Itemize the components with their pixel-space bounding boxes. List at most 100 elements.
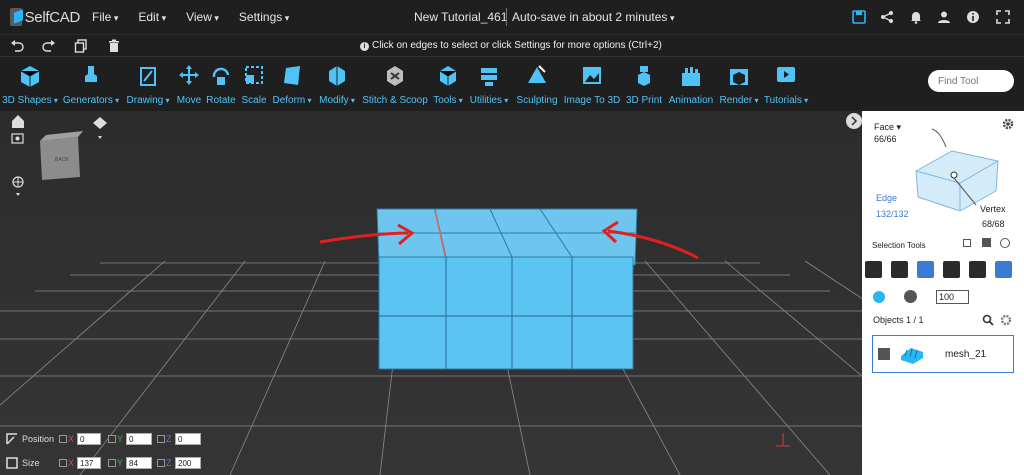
size-y-lock[interactable] <box>108 459 116 467</box>
select-plane-icon[interactable] <box>995 261 1012 278</box>
tool-move[interactable]: Move <box>176 63 202 111</box>
rotate-icon <box>212 67 230 85</box>
tool-stitch-scoop[interactable]: Stitch & Scoop <box>361 63 429 111</box>
tool-rotate[interactable]: Rotate <box>206 63 236 111</box>
selfcad-logo[interactable]: SelfCAD <box>10 8 80 26</box>
tool-render[interactable]: Render <box>719 63 759 111</box>
save-icon[interactable] <box>852 10 866 24</box>
share-icon[interactable] <box>880 10 894 24</box>
fullscreen-icon[interactable] <box>996 10 1010 24</box>
brush-texture-icon[interactable] <box>904 290 917 303</box>
tool-drawing[interactable]: Drawing <box>124 63 172 111</box>
find-tool-input[interactable] <box>928 70 1014 92</box>
utilities-icon <box>481 68 497 86</box>
3d-viewport[interactable]: BACK Position X 0 Y 0 Z 0 Size X 137 Y 8… <box>0 111 862 475</box>
tool-tutorials[interactable]: Tutorials <box>763 63 809 111</box>
hint-bar: i Click on edges to select or click Setti… <box>360 40 662 51</box>
tool-label: Modify <box>317 95 357 106</box>
menu-edit[interactable]: Edit <box>138 10 166 24</box>
tool-label: Stitch & Scoop <box>362 95 428 106</box>
size-x-lock[interactable] <box>59 459 67 467</box>
menu-file[interactable]: File <box>92 10 118 24</box>
tool-animation[interactable]: Animation <box>666 63 716 111</box>
mesh-thumbnail-icon <box>901 348 923 364</box>
tool-generators[interactable]: Generators <box>62 63 120 111</box>
tool-3d-shapes[interactable]: 3D Shapes <box>2 63 58 111</box>
position-label: Position <box>22 434 55 444</box>
tutorial-title[interactable]: New Tutorial_461 <box>414 10 507 24</box>
size-y-field[interactable]: 84 <box>126 457 152 469</box>
vertex-count: 68/68 <box>982 219 1005 229</box>
mesh-object[interactable] <box>376 208 638 370</box>
position-x-lock[interactable] <box>59 435 67 443</box>
undo-icon[interactable] <box>10 39 24 53</box>
selection-mode-cube[interactable] <box>902 121 1012 211</box>
select-cube-icon[interactable] <box>982 238 991 247</box>
cube-icon <box>20 66 40 87</box>
select-grid-icon[interactable] <box>891 261 908 278</box>
copy-icon[interactable] <box>74 39 88 53</box>
size-z-field[interactable]: 200 <box>175 457 201 469</box>
position-z-lock[interactable] <box>157 435 165 443</box>
info-icon[interactable] <box>966 10 980 24</box>
viewcube[interactable]: BACK <box>40 131 83 180</box>
position-x-field[interactable]: 0 <box>77 433 101 445</box>
position-y-lock[interactable] <box>108 435 116 443</box>
render-icon <box>730 69 748 85</box>
select-box-icon[interactable] <box>963 239 971 247</box>
select-sphere-icon[interactable] <box>1000 238 1010 248</box>
search-icon[interactable] <box>982 314 994 326</box>
bell-icon[interactable] <box>909 10 923 24</box>
tool-label: Rotate <box>206 95 236 106</box>
menu-view[interactable]: View <box>186 10 219 24</box>
position-z-field[interactable]: 0 <box>175 433 201 445</box>
select-face-icon[interactable] <box>917 261 934 278</box>
info-icon: i <box>360 42 369 51</box>
size-x-field[interactable]: 137 <box>77 457 101 469</box>
tool-label: Tools <box>432 95 464 106</box>
tool-label: Animation <box>668 95 714 106</box>
tool-sculpting[interactable]: Sculpting <box>515 63 559 111</box>
size-z-lock[interactable] <box>157 459 165 467</box>
tool-label: 3D Shapes <box>2 95 58 106</box>
tool-deform[interactable]: Deform <box>271 63 313 111</box>
tool-label: Sculpting <box>516 95 558 106</box>
tool-3d-print[interactable]: 3D Print <box>624 63 664 111</box>
objects-label: Objects 1 / 1 <box>873 315 924 325</box>
autosave-status[interactable]: Auto-save in about 2 minutes <box>512 10 674 24</box>
redo-icon[interactable] <box>42 39 56 53</box>
delete-icon[interactable] <box>107 39 121 53</box>
menu-settings[interactable]: Settings <box>239 10 289 24</box>
tool-modify[interactable]: Modify <box>317 63 357 111</box>
sculpt-icon <box>528 65 546 83</box>
tool-scale[interactable]: Scale <box>240 63 268 111</box>
face-count: 66/66 <box>874 134 897 144</box>
select-half-icon[interactable] <box>969 261 986 278</box>
axis-x-label: X <box>68 458 75 468</box>
select-circle-icon[interactable] <box>943 261 960 278</box>
title-divider <box>506 8 507 26</box>
brush-size-field[interactable]: 100 <box>936 290 969 304</box>
tool-image-to-3d[interactable]: Image To 3D <box>563 63 621 111</box>
vertex-mode-label[interactable]: Vertex <box>980 204 1006 214</box>
modify-icon <box>329 66 345 86</box>
object-visible-checkbox[interactable] <box>878 348 890 360</box>
object-settings-icon[interactable] <box>1000 314 1012 326</box>
tutorials-icon <box>777 67 795 82</box>
selfcad-logo-icon <box>10 8 22 26</box>
panel-collapse-icon[interactable] <box>846 113 862 129</box>
tool-label: Move <box>176 95 202 106</box>
position-y-field[interactable]: 0 <box>126 433 152 445</box>
user-icon[interactable] <box>937 10 951 24</box>
object-list-item[interactable]: mesh_21 <box>872 335 1014 373</box>
tool-tools[interactable]: Tools <box>432 63 464 111</box>
tool-label: Image To 3D <box>563 95 621 106</box>
tool-utilities[interactable]: Utilities <box>468 63 510 111</box>
brush-circle-icon[interactable] <box>873 291 885 303</box>
action-bar: i Click on edges to select or click Setti… <box>0 34 1024 56</box>
face-mode-label[interactable]: Face ▾ <box>874 122 901 133</box>
right-panel: Face ▾ 66/66 Edge 132/132 Vertex 68/68 S… <box>862 111 1024 475</box>
scene-canvas[interactable]: BACK <box>0 111 862 475</box>
select-all-icon[interactable] <box>865 261 882 278</box>
edge-mode-label[interactable]: Edge <box>876 193 897 203</box>
